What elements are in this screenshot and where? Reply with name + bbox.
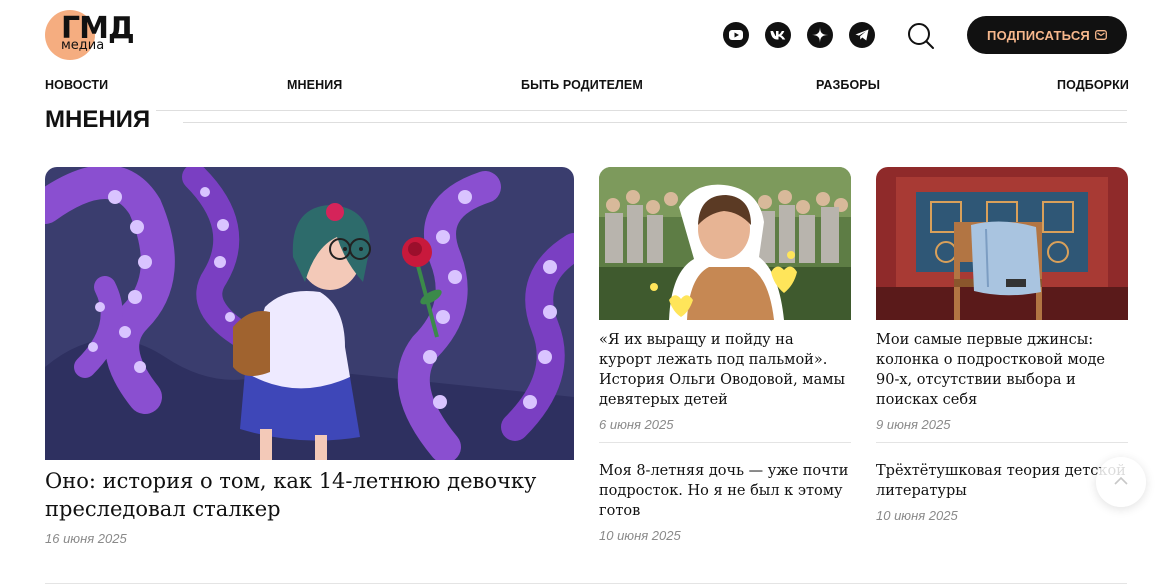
nav-item-collections[interactable]: ПОДБОРКИ [1057, 78, 1129, 92]
site-header: ГМД медиа ПОДПИСАТЬСЯ [0, 0, 1176, 70]
article-title-jeans[interactable]: Мои самые первые джинсы: колонка о подро… [876, 330, 1128, 410]
chevron-up-icon [1113, 473, 1129, 491]
subscribe-label: ПОДПИСАТЬСЯ [987, 27, 1090, 43]
article-date-jeans: 9 июня 2025 [876, 417, 951, 432]
nav-item-parenting[interactable]: БЫТЬ РОДИТЕЛЕМ [521, 78, 643, 92]
search-icon[interactable] [906, 21, 936, 51]
article-title-daughter[interactable]: Моя 8-летняя дочь — уже почти подросток.… [599, 461, 851, 521]
card-divider [599, 442, 851, 443]
nav-divider [45, 110, 1127, 111]
card-divider [876, 442, 1128, 443]
article-image-ovodova[interactable] [599, 167, 851, 320]
section-divider [183, 122, 1127, 123]
article-title-ovodova[interactable]: «Я их выращу и пойду на курорт лежать по… [599, 330, 851, 410]
vk-icon[interactable] [765, 22, 791, 48]
logo-sub-text: медиа [61, 38, 105, 53]
nav-item-news[interactable]: НОВОСТИ [45, 78, 108, 92]
youtube-icon[interactable] [723, 22, 749, 48]
feature-article-date: 16 июня 2025 [45, 531, 127, 546]
scroll-to-top-button[interactable] [1096, 457, 1146, 507]
section-title: МНЕНИЯ [45, 106, 157, 134]
feature-article-title[interactable]: Оно: история о том, как 14-летнюю девочк… [45, 467, 574, 523]
mail-icon [1095, 28, 1107, 43]
main-nav: НОВОСТИ МНЕНИЯ БЫТЬ РОДИТЕЛЕМ РАЗБОРЫ ПО… [45, 78, 1129, 96]
article-date-ovodova: 6 июня 2025 [599, 417, 674, 432]
nav-item-opinions[interactable]: МНЕНИЯ [287, 78, 342, 92]
nav-item-analysis[interactable]: РАЗБОРЫ [816, 78, 880, 92]
dzen-icon[interactable] [807, 22, 833, 48]
site-logo[interactable]: ГМД медиа [45, 10, 141, 62]
section-bottom-divider [45, 583, 1127, 584]
subscribe-button[interactable]: ПОДПИСАТЬСЯ [967, 16, 1127, 54]
article-image-jeans[interactable] [876, 167, 1128, 320]
article-title-aunts[interactable]: Трёхтётушковая теория детской литературы [876, 461, 1128, 501]
telegram-icon[interactable] [849, 22, 875, 48]
article-date-daughter: 10 июня 2025 [599, 528, 681, 543]
article-date-aunts: 10 июня 2025 [876, 508, 958, 523]
feature-article-image[interactable] [45, 167, 574, 460]
